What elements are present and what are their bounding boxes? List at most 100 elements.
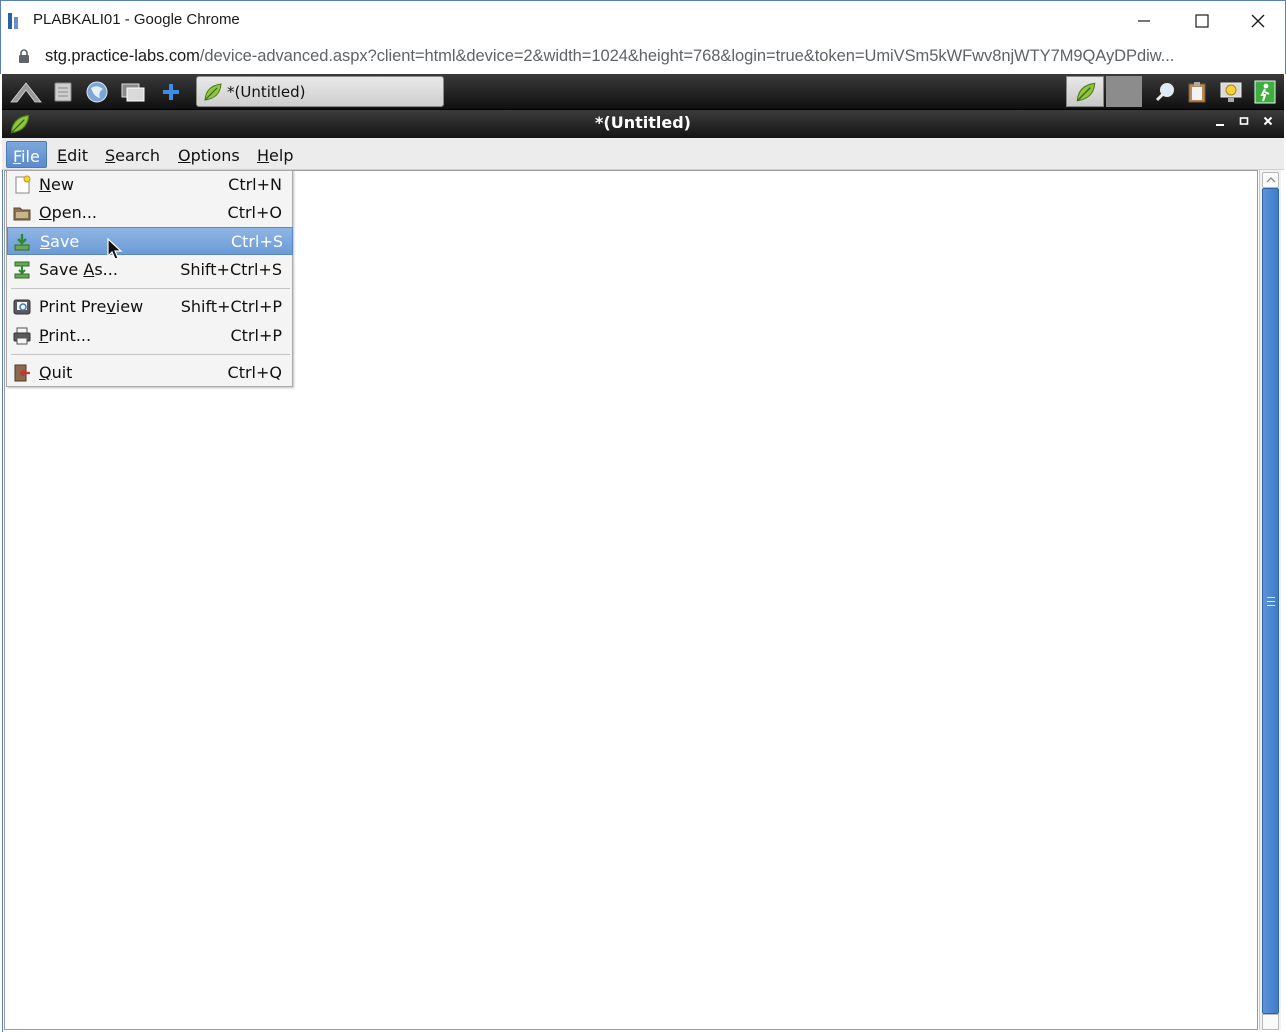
close-icon [1251,14,1265,28]
grip-icon [1267,597,1275,606]
exit-icon[interactable] [1252,80,1278,104]
maximize-icon [1195,14,1209,28]
label-part: ew [50,175,74,194]
label-part: rint... [48,326,92,345]
menu-item-new[interactable]: New Ctrl+N [8,171,291,199]
chevron-up-icon [1266,177,1275,183]
print-preview-icon [13,299,31,315]
menu-search[interactable]: Search [99,141,166,168]
label-part: pen... [51,203,97,222]
browser-window-title: PLABKALI01 - Google Chrome [33,11,240,28]
menu-item-open[interactable]: Open... Ctrl+O [8,199,291,227]
browser-icon[interactable] [84,80,110,104]
label-part: uit [51,363,73,382]
menu-item-label: Save [40,232,79,251]
mnemonic: P [39,326,49,345]
scroll-down-button[interactable] [1262,1014,1279,1030]
menu-item-shortcut: Shift+Ctrl+P [180,297,282,316]
quit-icon [14,364,30,382]
app-logo-icon [8,13,18,29]
scroll-thumb[interactable] [1262,188,1279,1014]
menu-item-print[interactable]: Print... Ctrl+P [8,322,291,350]
mnemonic: v [106,297,116,316]
taskbar-window-button[interactable]: *(Untitled) [196,76,444,107]
close-icon [1263,116,1273,126]
menu-file[interactable]: File [6,141,47,168]
menu-item-shortcut: Ctrl+Q [227,363,282,382]
address-bar[interactable]: stg.practice-labs.com/device-advanced.as… [0,40,1286,74]
file-manager-icon[interactable] [50,80,76,104]
menu-label: ile [21,147,40,166]
windows-icon[interactable] [120,80,146,104]
menu-item-shortcut: Ctrl+S [230,232,283,251]
menu-item-print-preview[interactable]: Print Preview Shift+Ctrl+P [8,293,291,321]
menu-label: earch [115,146,160,165]
mnemonic: O [39,203,52,222]
menu-mnemonic: O [178,146,191,165]
display-icon[interactable] [1218,80,1244,104]
new-document-icon [15,175,31,194]
minimize-button[interactable] [1115,1,1173,41]
vertical-scrollbar[interactable] [1259,170,1281,1030]
tray-empty-slot[interactable] [1106,76,1142,107]
menu-item-label: New [39,175,74,194]
menu-item-shortcut: Shift+Ctrl+S [180,260,282,279]
menu-help[interactable]: Help [251,141,299,168]
mnemonic: Q [39,363,52,382]
menu-label: ptions [190,146,240,165]
menu-mnemonic: H [257,146,270,165]
label-part: Print Pre [39,297,107,316]
menu-item-save[interactable]: Save Ctrl+S [7,227,293,255]
menu-item-shortcut: Ctrl+O [227,203,282,222]
menu-item-quit[interactable]: Quit Ctrl+Q [8,359,291,387]
menu-item-shortcut: Ctrl+N [228,175,282,194]
menu-options[interactable]: Options [172,141,246,168]
menu-item-save-as[interactable]: Save As... Shift+Ctrl+S [8,256,291,284]
label-part: iew [115,297,144,316]
taskbar-panel: *(Untitled) [2,74,1284,110]
label-part: ave [50,232,80,251]
window-titlebar[interactable]: *(Untitled) [2,110,1284,138]
lock-icon [19,49,29,63]
close-button[interactable] [1229,1,1286,41]
maximize-button[interactable] [1173,1,1231,41]
menu-mnemonic: F [13,147,22,166]
menu-separator [11,354,290,355]
file-menu-dropdown: New Ctrl+N Open... Ctrl+O Save Ctrl+S Sa… [6,170,293,387]
mnemonic: N [39,175,51,194]
menu-label: elp [269,146,294,165]
save-as-icon [14,261,30,279]
label-part: s... [94,260,118,279]
kali-menu-icon[interactable] [8,80,44,104]
leafpad-icon [204,83,222,101]
minimize-icon [1216,124,1224,126]
menubar: File Edit Search Options Help [2,138,1284,170]
open-folder-icon [13,207,31,221]
leafpad-icon [1076,82,1096,102]
search-icon[interactable] [1152,80,1178,104]
url-text[interactable]: stg.practice-labs.com/device-advanced.as… [45,47,1174,66]
browser-titlebar: PLABKALI01 - Google Chrome [0,0,1286,40]
window-title: *(Untitled) [595,113,691,132]
save-icon [14,234,30,251]
maximize-icon [1239,117,1249,125]
menu-edit[interactable]: Edit [51,141,94,168]
window-minimize-button[interactable] [1212,114,1228,132]
label-part: Save [39,260,84,279]
scroll-up-button[interactable] [1262,172,1279,188]
minimize-icon [1138,20,1150,22]
menu-separator [11,288,290,289]
window-maximize-button[interactable] [1236,114,1252,132]
menu-item-label: Print Preview [39,297,143,316]
url-host: stg.practice-labs.com [45,47,200,65]
menu-mnemonic: S [105,146,116,165]
window-close-button[interactable] [1260,114,1276,132]
tray-leafpad-button[interactable] [1066,76,1104,107]
clipboard-icon[interactable] [1184,80,1210,104]
menu-mnemonic: E [57,146,68,165]
print-icon [13,327,31,345]
mnemonic: S [40,232,51,251]
mouse-cursor-icon [107,238,123,260]
menu-item-label: Save As... [39,260,118,279]
add-icon[interactable] [158,80,184,104]
